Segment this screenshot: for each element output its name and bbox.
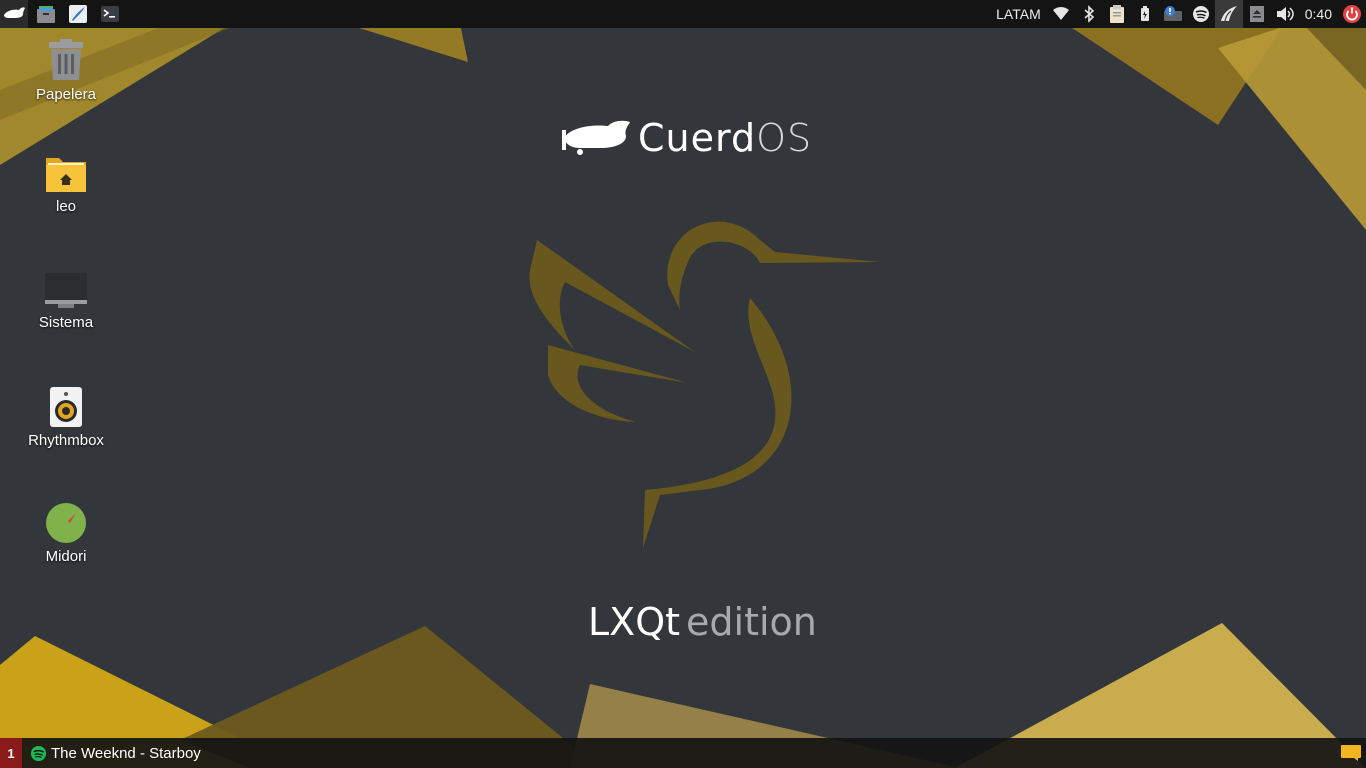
spotify-tray[interactable] — [1187, 0, 1215, 28]
desktop-switcher[interactable]: 1 — [0, 738, 22, 768]
desktop-icon-label: Midori — [45, 548, 87, 565]
terminal-launcher[interactable] — [96, 0, 124, 28]
bluetooth-indicator[interactable] — [1075, 0, 1103, 28]
notifications-indicator[interactable] — [1159, 0, 1187, 28]
text-editor-icon — [69, 5, 87, 23]
clipboard-indicator[interactable] — [1103, 0, 1131, 28]
plane-logo-icon — [562, 120, 630, 155]
taskbar-item-spotify[interactable]: The Weeknd - Starboy — [22, 738, 207, 768]
brand-name-part-b: OS — [756, 116, 813, 160]
text-editor-launcher[interactable] — [64, 0, 92, 28]
file-manager-launcher[interactable] — [32, 0, 60, 28]
power-button[interactable] — [1338, 0, 1366, 28]
keyboard-layout-indicator[interactable]: LATAM — [990, 0, 1047, 28]
clock[interactable]: 0:40 — [1299, 0, 1338, 28]
volume-icon — [1276, 7, 1294, 21]
home-folder-icon — [46, 158, 86, 192]
brand-name-part-a: Cuerd — [638, 116, 757, 160]
show-desktop-button[interactable] — [1336, 738, 1366, 768]
computer-icon — [45, 273, 87, 308]
brand-name: CuerdOS — [638, 116, 812, 160]
edition-name: LXQt — [588, 600, 681, 644]
trash-icon — [49, 39, 83, 80]
edition-logo: LXQt edition — [588, 600, 817, 644]
edition-word: edition — [686, 600, 817, 644]
desktop-icon-midori[interactable]: Midori — [16, 502, 116, 565]
desktop-icon-label: Rhythmbox — [28, 432, 104, 449]
desktop-icon-rhythmbox[interactable]: Rhythmbox — [16, 386, 116, 449]
taskbar-item-label: The Weeknd - Starboy — [51, 744, 201, 762]
chat-bubble-icon — [1341, 745, 1361, 761]
desktop-icon-home[interactable]: leo — [16, 154, 116, 215]
eject-indicator[interactable] — [1243, 0, 1271, 28]
eject-icon — [1249, 6, 1264, 22]
lxqt-leaf-icon — [1220, 6, 1237, 22]
battery-icon — [1140, 6, 1149, 21]
wifi-indicator[interactable] — [1047, 0, 1075, 28]
desktop-icon-label: Papelera — [35, 86, 97, 103]
clipboard-icon — [1109, 5, 1124, 23]
spotify-icon — [30, 745, 47, 761]
spotify-icon — [1192, 6, 1209, 22]
lxqt-tray[interactable] — [1214, 0, 1243, 28]
cuerdos-menu-icon — [4, 7, 25, 18]
power-icon — [1343, 5, 1361, 23]
wifi-icon — [1052, 7, 1069, 20]
system-tray: LATAM 0:40 — [990, 0, 1366, 28]
desktop-icon-label: Sistema — [38, 314, 94, 331]
desktop-icon-label: leo — [55, 198, 77, 215]
main-menu-button[interactable] — [0, 0, 28, 28]
rhythmbox-speaker-icon — [50, 387, 82, 427]
battery-indicator[interactable] — [1131, 0, 1159, 28]
bluetooth-icon — [1084, 5, 1094, 23]
terminal-icon — [101, 6, 119, 22]
bottom-panel: 1 The Weeknd - Starboy — [0, 738, 1366, 768]
cuerdos-logo: CuerdOS — [560, 116, 812, 160]
volume-indicator[interactable] — [1271, 0, 1299, 28]
desktop-icon-trash[interactable]: Papelera — [16, 38, 116, 103]
file-manager-icon — [37, 6, 55, 23]
desktop-icon-system[interactable]: Sistema — [16, 270, 116, 331]
midori-compass-icon — [46, 503, 86, 543]
top-panel: LATAM 0:40 — [0, 0, 1366, 28]
notification-icon — [1163, 6, 1182, 21]
